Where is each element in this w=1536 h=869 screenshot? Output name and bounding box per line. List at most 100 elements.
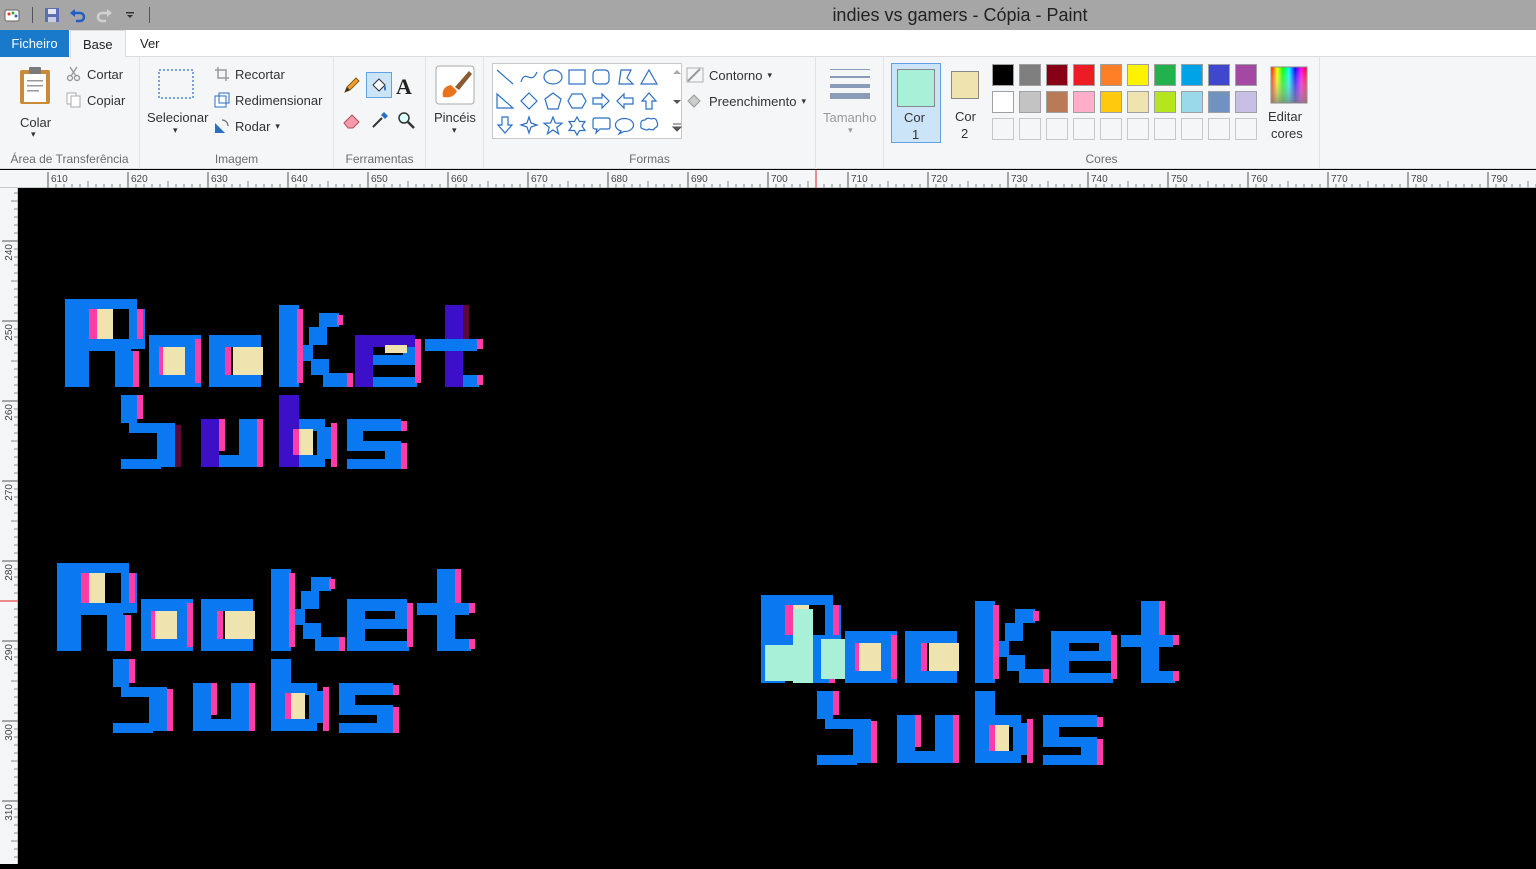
fill-tool-button[interactable]: [366, 72, 392, 98]
right-arrow-shape-icon[interactable]: [592, 92, 610, 110]
palette-color-swatch[interactable]: [1154, 64, 1176, 86]
color-spectrum-icon: [1270, 66, 1308, 104]
ruler-tick-label: 670: [531, 174, 548, 185]
eraser-icon[interactable]: [342, 110, 362, 130]
gallery-up-icon[interactable]: [673, 70, 681, 74]
palette-color-swatch[interactable]: [1073, 91, 1095, 113]
paste-button[interactable]: Colar ▾: [10, 63, 60, 143]
palette-color-swatch[interactable]: [1046, 91, 1068, 113]
palette-color-swatch[interactable]: [1073, 64, 1095, 86]
crop-button[interactable]: Recortar: [214, 66, 285, 82]
custom-color-slot[interactable]: [1235, 118, 1257, 140]
palette-color-swatch[interactable]: [992, 91, 1014, 113]
brush-icon: [435, 65, 475, 105]
tab-view[interactable]: Ver: [128, 30, 172, 57]
chevron-down-icon: ▾: [801, 95, 806, 106]
color-picker-icon[interactable]: [370, 110, 390, 130]
copy-button[interactable]: Copiar: [66, 92, 125, 108]
color2-swatch: [951, 71, 979, 99]
hexagon-shape-icon[interactable]: [567, 93, 587, 109]
custom-color-slot[interactable]: [1154, 118, 1176, 140]
ruler-tick-label: 730: [1011, 174, 1028, 185]
palette-color-swatch[interactable]: [1127, 91, 1149, 113]
line-width-icon: [830, 69, 870, 99]
fill-button[interactable]: Preenchimento ▾: [686, 93, 806, 109]
pencil-icon[interactable]: [342, 75, 362, 95]
custom-color-slot[interactable]: [1073, 118, 1095, 140]
brushes-button[interactable]: Pincéis ▾: [430, 63, 480, 143]
palette-color-swatch[interactable]: [1019, 91, 1041, 113]
custom-color-slot[interactable]: [1019, 118, 1041, 140]
curve-shape-icon[interactable]: [520, 71, 538, 83]
fill-bucket-icon: [687, 94, 701, 108]
rounded-rectangle-shape-icon[interactable]: [592, 69, 610, 85]
title-bar: indies vs gamers - Cópia - Paint: [0, 0, 1536, 30]
magnifier-icon[interactable]: [396, 110, 416, 130]
custom-color-slot[interactable]: [1100, 118, 1122, 140]
cloud-callout-shape-icon[interactable]: [640, 117, 659, 131]
six-point-star-shape-icon[interactable]: [567, 115, 587, 137]
palette-color-swatch[interactable]: [1208, 64, 1230, 86]
ruler-tick-label: 290: [4, 644, 15, 661]
custom-color-slot[interactable]: [1181, 118, 1203, 140]
cut-button[interactable]: Cortar: [66, 66, 123, 82]
diamond-shape-icon[interactable]: [520, 92, 538, 110]
palette-color-swatch[interactable]: [1235, 64, 1257, 86]
gallery-down-icon[interactable]: [673, 100, 681, 104]
scissors-icon: [66, 66, 81, 82]
tab-file[interactable]: Ficheiro: [0, 30, 69, 57]
custom-color-slot[interactable]: [1208, 118, 1230, 140]
clipboard-icon: [20, 67, 50, 104]
select-label: Selecionar: [147, 110, 209, 125]
palette-color-swatch[interactable]: [1127, 64, 1149, 86]
edit-colors-button[interactable]: Editar cores: [1266, 63, 1316, 143]
undo-icon[interactable]: [67, 4, 89, 26]
down-arrow-shape-icon[interactable]: [496, 116, 514, 134]
rounded-callout-shape-icon[interactable]: [592, 117, 611, 135]
palette-color-swatch[interactable]: [992, 64, 1014, 86]
oval-shape-icon[interactable]: [543, 69, 563, 85]
oval-callout-shape-icon[interactable]: [614, 117, 635, 136]
color2-button[interactable]: Cor 2: [944, 63, 988, 143]
four-point-star-shape-icon[interactable]: [519, 115, 539, 135]
paint-app-icon[interactable]: [2, 4, 24, 26]
size-button[interactable]: Tamanho ▾: [820, 65, 880, 145]
select-button[interactable]: Selecionar ▾: [144, 65, 210, 145]
line-shape-icon[interactable]: [496, 69, 514, 85]
color1-button[interactable]: Cor 1: [891, 63, 941, 143]
palette-color-swatch[interactable]: [1181, 64, 1203, 86]
colors-group-label: Cores: [1085, 152, 1118, 166]
custom-color-slot[interactable]: [1046, 118, 1068, 140]
polygon-shape-icon[interactable]: [618, 69, 635, 85]
outline-button[interactable]: Contorno ▾: [686, 67, 772, 83]
palette-color-swatch[interactable]: [1100, 64, 1122, 86]
resize-button[interactable]: Redimensionar: [214, 92, 322, 108]
gallery-more-icon[interactable]: [671, 123, 683, 132]
customize-toolbar-icon[interactable]: [119, 4, 141, 26]
text-icon[interactable]: A: [396, 74, 412, 100]
drawing-canvas[interactable]: [19, 189, 1536, 864]
up-arrow-shape-icon[interactable]: [640, 92, 658, 110]
palette-color-swatch[interactable]: [1181, 91, 1203, 113]
palette-color-swatch[interactable]: [1235, 91, 1257, 113]
save-icon[interactable]: [41, 4, 63, 26]
palette-color-swatch[interactable]: [1046, 64, 1068, 86]
toolbar-separator: [32, 7, 33, 23]
palette-color-swatch[interactable]: [1154, 91, 1176, 113]
triangle-shape-icon[interactable]: [639, 68, 659, 85]
right-triangle-shape-icon[interactable]: [496, 92, 515, 109]
five-point-star-shape-icon[interactable]: [542, 115, 564, 136]
redo-icon[interactable]: [93, 4, 115, 26]
ruler-tick-label: 310: [4, 804, 15, 821]
custom-color-slot[interactable]: [1127, 118, 1149, 140]
left-arrow-shape-icon[interactable]: [616, 92, 634, 110]
tab-home[interactable]: Base: [70, 30, 126, 58]
palette-color-swatch[interactable]: [1019, 64, 1041, 86]
ruler-tick-label: 660: [451, 174, 468, 185]
palette-color-swatch[interactable]: [1208, 91, 1230, 113]
pentagon-shape-icon[interactable]: [544, 92, 562, 110]
rotate-button[interactable]: Rodar ▾: [214, 118, 280, 134]
palette-color-swatch[interactable]: [1100, 91, 1122, 113]
rectangle-shape-icon[interactable]: [568, 69, 586, 85]
custom-color-slot[interactable]: [992, 118, 1014, 140]
